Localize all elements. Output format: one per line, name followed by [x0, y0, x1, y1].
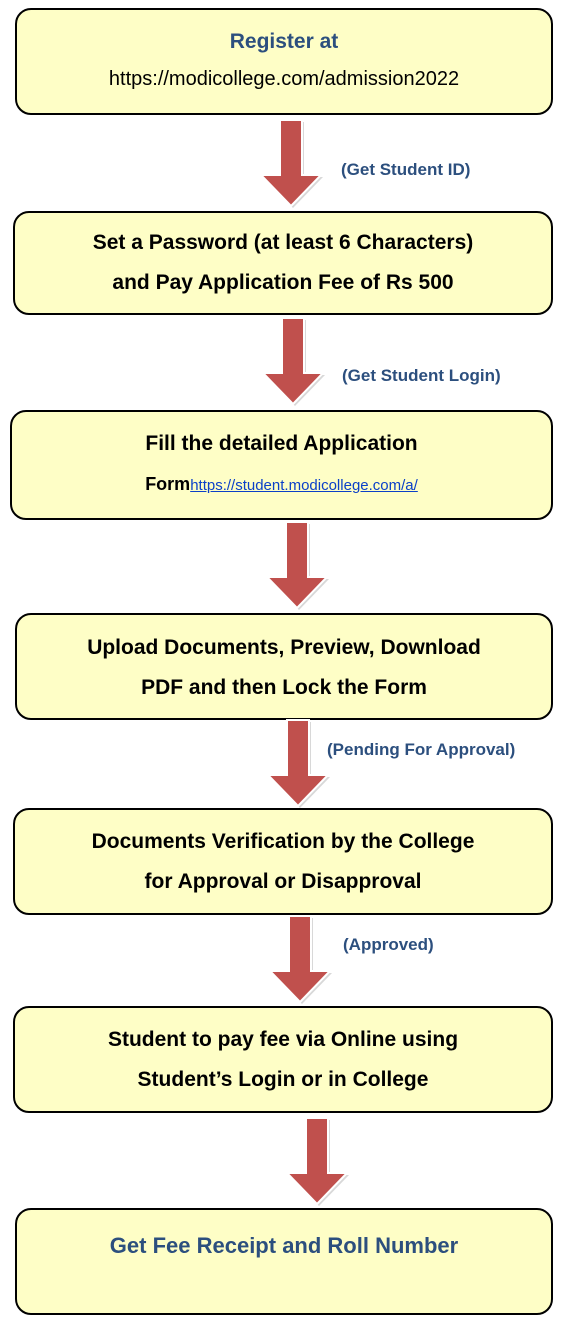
verification-line1: Documents Verification by the College — [91, 830, 475, 853]
step-password-box: Set a Password (at least 6 Characters) a… — [13, 211, 553, 315]
application-form-link[interactable]: https://student.modicollege.com/a/ — [190, 477, 418, 494]
step-register-box: Register at https://modicollege.com/admi… — [15, 8, 553, 115]
password-line1: Set a Password (at least 6 Characters) — [92, 231, 474, 254]
upload-line2: PDF and then Lock the Form — [141, 676, 427, 699]
step-application-form-box: Fill the detailed Application Formhttps:… — [10, 410, 553, 520]
arrow-label-pending-for-approval: (Pending For Approval) — [327, 740, 516, 759]
application-line2: Formhttps://student.modicollege.com/a/ — [12, 464, 551, 506]
arrow-label-get-student-id: (Get Student ID) — [341, 160, 471, 179]
register-url[interactable]: https://modicollege.com/admission2022 — [17, 62, 551, 96]
step-verification-box: Documents Verification by the College fo… — [13, 808, 553, 915]
application-line1: Fill the detailed Application — [145, 432, 418, 455]
fee-receipt-line: Get Fee Receipt and Roll Number — [109, 1233, 459, 1258]
step-fee-receipt-box: Get Fee Receipt and Roll Number — [15, 1208, 553, 1315]
down-arrow-3 — [264, 521, 330, 610]
arrow-label-get-student-login: (Get Student Login) — [342, 366, 501, 385]
down-arrow-5 — [267, 915, 333, 1004]
application-form-word: Form — [145, 474, 191, 494]
verification-line2: for Approval or Disapproval — [144, 870, 422, 893]
down-arrow-6 — [284, 1117, 350, 1206]
password-line2: and Pay Application Fee of Rs 500 — [112, 271, 454, 294]
down-arrow-2 — [260, 317, 326, 406]
upload-line1: Upload Documents, Preview, Download — [87, 636, 481, 659]
step-pay-fee-box: Student to pay fee via Online using Stud… — [13, 1006, 553, 1113]
arrow-label-approved: (Approved) — [343, 935, 434, 954]
down-arrow-1 — [258, 119, 324, 208]
down-arrow-4 — [265, 719, 331, 808]
register-title: Register at — [229, 30, 339, 53]
step-upload-documents-box: Upload Documents, Preview, Download PDF … — [15, 613, 553, 720]
pay-fee-line2: Student’s Login or in College — [137, 1068, 429, 1091]
pay-fee-line1: Student to pay fee via Online using — [107, 1028, 459, 1051]
